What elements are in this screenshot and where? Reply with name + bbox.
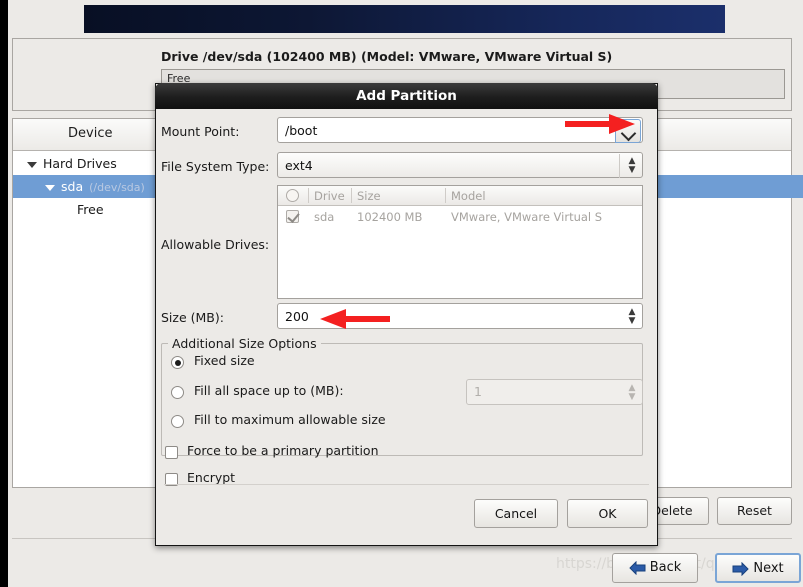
column-header-model: Model — [451, 189, 486, 203]
back-button[interactable]: Back — [612, 553, 698, 583]
cell-model: VMware, VMware Virtual S — [451, 210, 603, 224]
check-tick-icon — [287, 210, 300, 223]
tree-item-device-path: (/dev/sda) — [89, 181, 145, 194]
updown-arrows-icon: ▲ ▼ — [628, 383, 636, 402]
next-button-label: Next — [753, 561, 784, 576]
radio-fill-all-space-up-to-label: Fill all space up to (MB): — [194, 383, 344, 398]
radio-fixed-size-label: Fixed size — [194, 353, 255, 368]
select-all-checkbox-icon — [286, 189, 299, 202]
size-label: Size (MB): — [161, 310, 224, 325]
next-arrow-icon — [732, 561, 750, 576]
table-row[interactable]: sda 102400 MB VMware, VMware Virtual S — [278, 206, 642, 228]
tree-item-label: sda — [61, 179, 84, 194]
tree-item-label: Free — [77, 202, 104, 217]
back-button-label: Back — [649, 560, 682, 575]
dialog-body: Mount Point: /boot File System Type: ext… — [156, 109, 657, 545]
screen: Drive /dev/sda (102400 MB) (Model: VMwar… — [0, 0, 803, 587]
expander-caret-icon[interactable] — [45, 184, 55, 191]
radio-selected-dot-icon — [174, 359, 181, 366]
annotation-arrow-mount-point — [565, 114, 635, 134]
fill-up-to-value: 1 — [474, 384, 482, 399]
row-checkbox-icon[interactable] — [286, 210, 300, 223]
cancel-button[interactable]: Cancel — [474, 499, 558, 528]
installer-banner — [84, 5, 725, 33]
allowable-drives-table[interactable]: Drive Size Model sda 102400 MB VMware, V… — [277, 185, 643, 299]
file-system-type-label: File System Type: — [161, 159, 270, 174]
mount-point-value: /boot — [285, 123, 318, 138]
file-system-type-combobox[interactable]: ext4 ▲ ▼ — [277, 152, 643, 178]
column-divider — [351, 188, 352, 203]
radio-fill-to-maximum[interactable] — [171, 415, 184, 428]
column-header-drive: Drive — [314, 189, 345, 203]
dialog-title: Add Partition — [356, 88, 457, 104]
back-arrow-icon — [629, 560, 646, 575]
column-header-size: Size — [357, 189, 381, 203]
file-system-type-value: ext4 — [285, 158, 313, 173]
size-value: 200 — [285, 309, 309, 324]
cell-drive: sda — [314, 210, 335, 224]
column-divider — [308, 188, 309, 203]
radio-fill-to-maximum-label: Fill to maximum allowable size — [194, 412, 386, 427]
checkbox-force-primary-partition[interactable] — [165, 446, 178, 459]
allowable-drives-label: Allowable Drives: — [161, 237, 270, 252]
updown-arrows-icon[interactable]: ▲ ▼ — [626, 157, 638, 175]
dialog-button-divider — [164, 484, 649, 485]
column-header-device: Device — [68, 126, 113, 141]
reset-button[interactable]: Reset — [717, 497, 792, 525]
cell-size: 102400 MB — [357, 210, 423, 224]
expander-caret-icon[interactable] — [27, 161, 37, 168]
drive-info-title: Drive /dev/sda (102400 MB) (Model: VMwar… — [161, 49, 613, 64]
fill-up-to-input: 1 ▲ ▼ — [466, 379, 643, 405]
checkbox-force-primary-partition-label: Force to be a primary partition — [187, 443, 379, 458]
annotation-arrow-size-field — [320, 309, 390, 329]
next-button[interactable]: Next — [715, 553, 801, 583]
ok-button[interactable]: OK — [567, 499, 648, 528]
column-divider — [445, 188, 446, 203]
tree-item-label: Hard Drives — [43, 156, 117, 171]
allowable-drives-header: Drive Size Model — [278, 186, 642, 206]
dialog-titlebar[interactable]: Add Partition — [155, 83, 658, 109]
add-partition-dialog: Add Partition Mount Point: /boot File Sy… — [155, 83, 658, 546]
mount-point-label: Mount Point: — [161, 124, 240, 139]
radio-fill-all-space-up-to[interactable] — [171, 386, 184, 399]
additional-size-options-title: Additional Size Options — [168, 336, 321, 351]
spinner-divider — [619, 154, 620, 178]
updown-arrows-icon[interactable]: ▲ ▼ — [626, 308, 638, 326]
radio-fixed-size[interactable] — [171, 356, 184, 369]
checkbox-encrypt-label: Encrypt — [187, 470, 236, 485]
